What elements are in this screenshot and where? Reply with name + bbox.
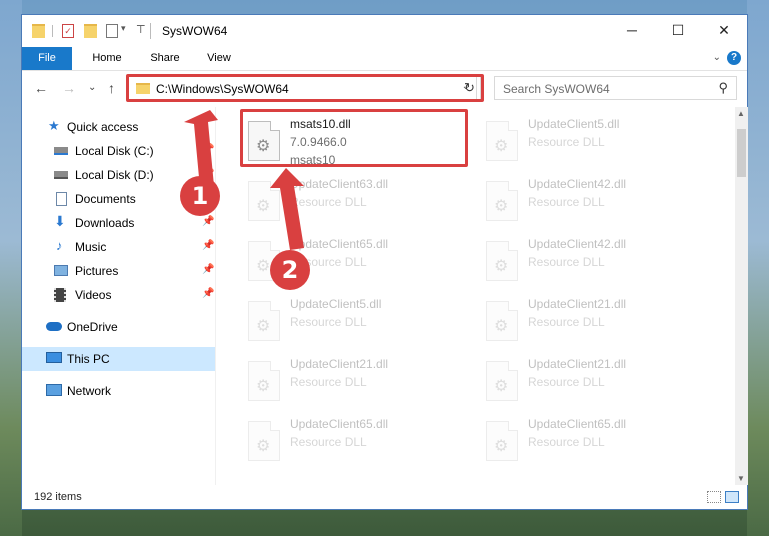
step-marker-1: 1 xyxy=(180,176,220,216)
arrow-2 xyxy=(270,168,304,250)
step-marker-2: 2 xyxy=(270,250,310,290)
annotation-arrows xyxy=(184,110,304,250)
